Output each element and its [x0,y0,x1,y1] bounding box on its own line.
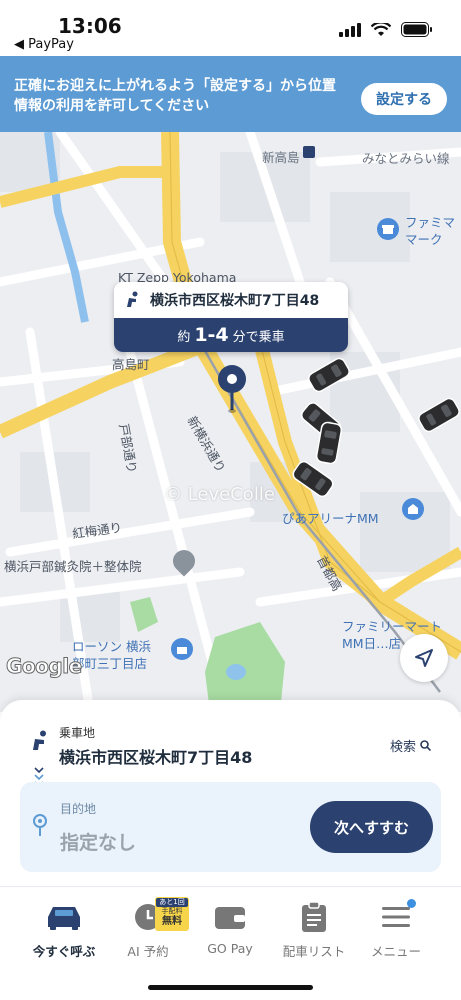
map-label-pia-arena: ぴあアリーナMM [282,511,379,526]
wallet-icon [215,907,245,929]
tab-go-pay[interactable]: GO Pay [184,899,276,969]
destination-caption: 目的地 [60,802,97,816]
tab-label: メニュー [370,944,421,959]
status-bar: 13:06 ◀ PayPay [0,0,461,56]
map-label-familymart-top: ファミマ マーク [405,215,456,247]
tab-dispatch-list[interactable]: 配車リスト [268,899,360,969]
destination-value: 指定なし [60,832,137,854]
google-logo-text: Google [6,654,83,679]
poi-shop-icon [377,218,399,240]
ride-request-sheet: 乗車地 横浜市西区桜木町7丁目48 検索 目的地 指定なし 次へすすむ [0,700,461,886]
map-label-shintakashima: 新高島 [262,150,300,165]
seat-icon [127,291,138,307]
notification-dot [407,899,416,908]
eta-range: 1-4 [194,324,229,346]
destination-field[interactable]: 目的地 指定なし 次へすすむ [20,782,441,872]
map-label-lawson: ローソン 横浜 部町三丁目店 [72,639,151,671]
pickup-callout[interactable]: 横浜市西区桜木町7丁目48 約 1-4 分で乗車 [114,282,348,352]
tab-label: 配車リスト [282,944,346,959]
google-logo: Google [6,654,83,679]
status-icons [339,22,433,37]
search-label: 検索 [389,740,416,755]
signal-icon [339,22,361,37]
back-to-app-link[interactable]: ◀ PayPay [14,37,74,52]
search-button[interactable]: 検索 [390,736,431,755]
tab-menu[interactable]: メニュー [350,899,442,969]
banner-message: 正確にお迎えに上がれるよう「設定する」から位置情報の利用を許可してください [14,78,336,114]
eta-prefix: 約 [177,329,191,345]
tab-call-now[interactable]: 今すぐ呼ぶ [18,899,110,969]
clipboard-icon [302,901,326,932]
pickup-address[interactable]: 横浜市西区桜木町7丁目48 [59,744,252,768]
battery-icon [401,22,432,37]
callout-address: 横浜市西区桜木町7丁目48 [150,293,320,309]
watermark: © LeveColle [164,484,275,505]
location-permission-banner: 正確にお迎えに上がれるよう「設定する」から位置情報の利用を許可してください 設定… [0,56,461,132]
tab-label: 今すぐ呼ぶ [32,944,96,959]
poi-arena-icon [402,498,424,520]
wifi-icon [371,22,391,36]
tab-label: AI 予約 [127,944,169,959]
map-label-clinic: 横浜戸部鍼灸院＋整体院 [4,559,142,574]
next-button[interactable]: 次へすすむ [310,801,433,853]
settings-button[interactable]: 設定する [361,83,447,115]
menu-icon [382,907,410,927]
locate-arrow-icon [415,649,433,667]
map-label-minatomirai-line: みなとみらい線 [362,151,450,166]
map-view[interactable]: 新高島 みなとみらい線 ファミマ マーク KT Zepp Yokohama 高島… [0,132,461,712]
map-label-takashimacho: 高島町 [112,357,150,372]
tab-ai-reservation[interactable]: あと1回 手配料 無料 AI 予約 [102,897,194,969]
status-time: 13:06 [58,14,122,38]
pickup-caption: 乗車地 [59,726,96,740]
search-icon [420,740,431,751]
car-icon [48,907,80,930]
home-indicator [148,985,313,990]
seat-icon [33,730,46,750]
tab-label: GO Pay [207,941,253,956]
pickup-pin-icon[interactable] [217,364,247,414]
destination-pin-icon [33,814,47,836]
locate-button[interactable] [400,634,448,682]
poi-lawson-icon [171,638,193,660]
bottom-tab-bar: 今すぐ呼ぶ あと1回 手配料 無料 AI 予約 GO Pay 配車リスト メニュ… [0,886,461,1000]
eta-suffix: 分で乗車 [232,329,285,345]
